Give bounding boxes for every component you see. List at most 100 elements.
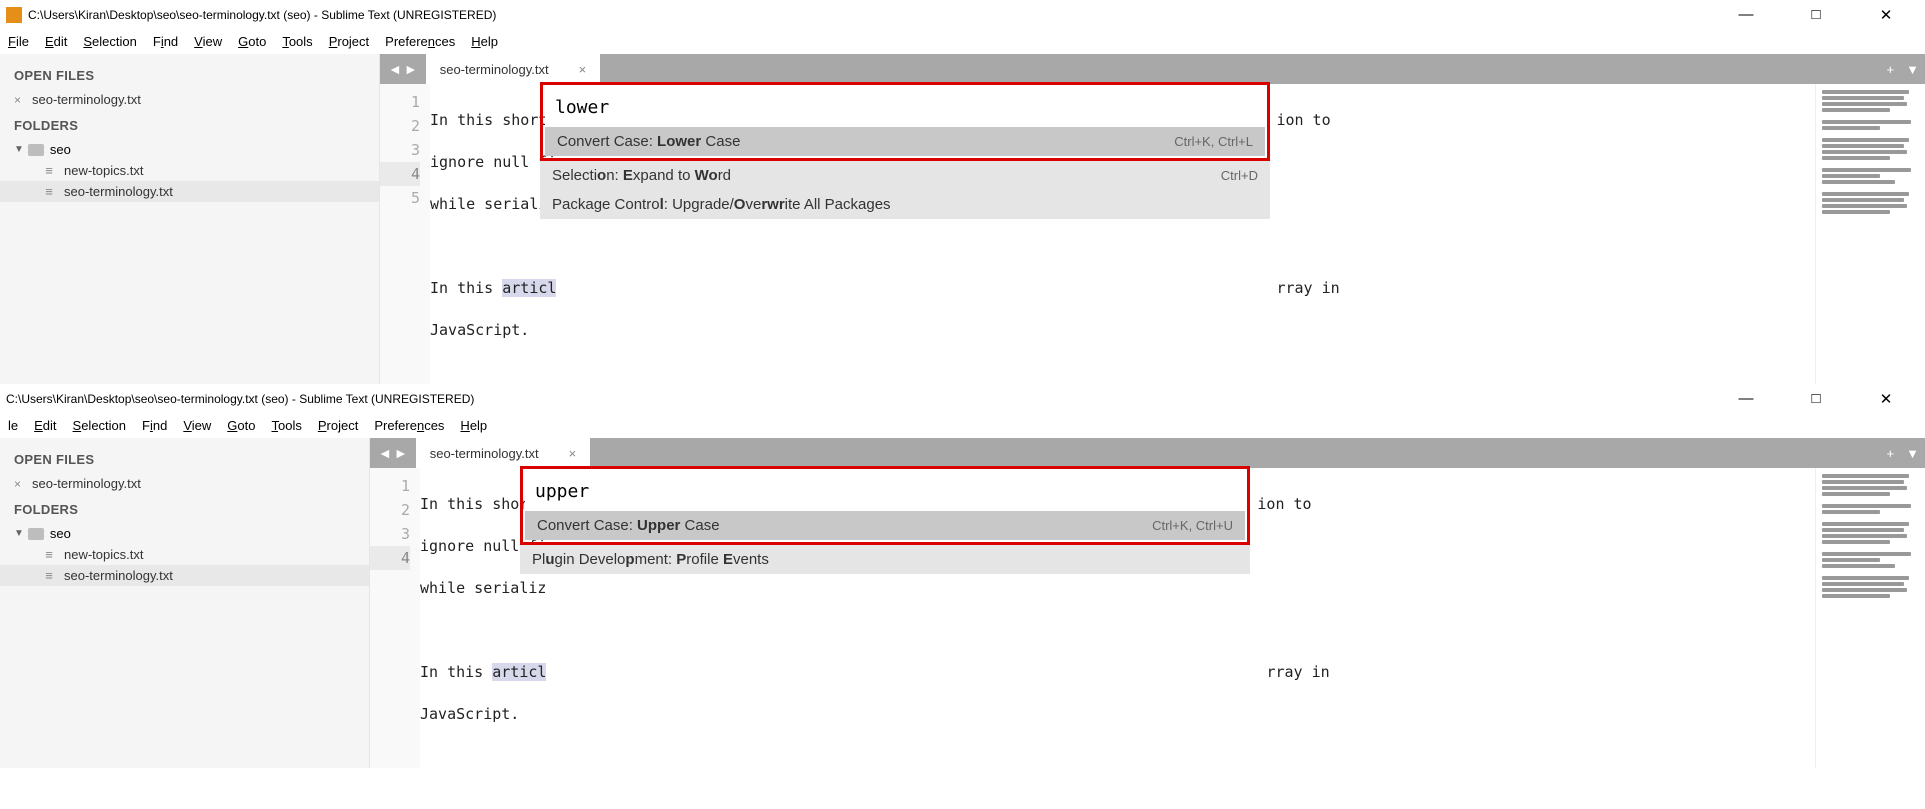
nav-forward-icon[interactable]: ► (394, 445, 408, 461)
palette-result[interactable]: Package Control: Upgrade/Overwrite All P… (540, 190, 1270, 219)
new-tab-button[interactable]: + (1881, 62, 1901, 77)
open-file-item[interactable]: × seo-terminology.txt (0, 473, 369, 494)
menu-selection[interactable]: Selection (73, 418, 126, 433)
menu-find[interactable]: Find (142, 418, 167, 433)
sublime-window-2: C:\Users\Kiran\Desktop\seo\seo-terminolo… (0, 384, 1925, 768)
tab-close-icon[interactable]: × (569, 446, 577, 461)
folder-file-label: seo-terminology.txt (64, 184, 173, 199)
nav-forward-icon[interactable]: ► (404, 61, 418, 77)
nav-back-icon[interactable]: ◄ (378, 445, 392, 461)
menubar: le Edit Selection Find View Goto Tools P… (0, 414, 1925, 438)
menu-goto[interactable]: Goto (227, 418, 255, 433)
gutter: 1 2 3 4 (370, 468, 420, 768)
menu-selection[interactable]: Selection (83, 34, 136, 49)
minimize-button[interactable]: — (1723, 6, 1769, 24)
menu-goto[interactable]: Goto (238, 34, 266, 49)
open-file-label: seo-terminology.txt (32, 476, 141, 491)
titlebar: C:\Users\Kiran\Desktop\seo\seo-terminolo… (0, 384, 1925, 414)
tab-active[interactable]: seo-terminology.txt × (416, 438, 590, 468)
folder-file-item[interactable]: ≡ new-topics.txt (0, 160, 379, 181)
menu-project[interactable]: Project (329, 34, 369, 49)
folder-root[interactable]: ▼ seo (0, 523, 369, 544)
minimap[interactable] (1815, 468, 1925, 768)
open-file-item[interactable]: × seo-terminology.txt (0, 89, 379, 110)
menu-file[interactable]: le (8, 418, 18, 433)
tabbar: ◄ ► seo-terminology.txt × + ▼ (380, 54, 1925, 84)
menu-project[interactable]: Project (318, 418, 358, 433)
tab-label: seo-terminology.txt (430, 446, 539, 461)
chevron-down-icon[interactable]: ▼ (14, 144, 24, 155)
close-button[interactable]: ✕ (1863, 390, 1909, 408)
folder-label: seo (50, 526, 71, 541)
file-icon: ≡ (42, 163, 56, 178)
gutter: 1 2 3 4 5 (380, 84, 430, 384)
window-title: C:\Users\Kiran\Desktop\seo\seo-terminolo… (6, 392, 1723, 406)
sidebar: OPEN FILES × seo-terminology.txt FOLDERS… (0, 54, 380, 384)
folder-icon (28, 144, 44, 156)
tab-close-icon[interactable]: × (579, 62, 587, 77)
maximize-button[interactable]: □ (1793, 6, 1839, 24)
folders-header: FOLDERS (0, 110, 379, 139)
window-controls: — □ ✕ (1723, 6, 1919, 24)
palette-result[interactable]: Convert Case: Lower Case Ctrl+K, Ctrl+L (545, 127, 1265, 156)
menu-tools[interactable]: Tools (282, 34, 312, 49)
tab-dropdown-icon[interactable]: ▼ (1900, 446, 1925, 461)
command-palette: Convert Case: Upper Case Ctrl+K, Ctrl+U … (520, 466, 1250, 574)
maximize-button[interactable]: □ (1793, 390, 1839, 408)
menu-view[interactable]: View (183, 418, 211, 433)
app-icon (6, 7, 22, 23)
menu-preferences[interactable]: Preferences (374, 418, 444, 433)
editor-body[interactable]: 1 2 3 4 In this shortion to ignore null … (370, 468, 1925, 768)
minimap[interactable] (1815, 84, 1925, 384)
window-controls: — □ ✕ (1723, 390, 1919, 408)
file-icon: ≡ (42, 184, 56, 199)
open-files-header: OPEN FILES (0, 444, 369, 473)
menu-tools[interactable]: Tools (271, 418, 301, 433)
folder-icon (28, 528, 44, 540)
menu-edit[interactable]: Edit (34, 418, 56, 433)
sidebar: OPEN FILES × seo-terminology.txt FOLDERS… (0, 438, 370, 768)
file-icon: ≡ (42, 568, 56, 583)
command-palette-input[interactable] (525, 471, 1245, 511)
window-title: C:\Users\Kiran\Desktop\seo\seo-terminolo… (28, 8, 1723, 22)
chevron-down-icon[interactable]: ▼ (14, 528, 24, 539)
menu-file[interactable]: File (8, 34, 29, 49)
folder-file-item[interactable]: ≡ seo-terminology.txt (0, 181, 379, 202)
menu-view[interactable]: View (194, 34, 222, 49)
menu-help[interactable]: Help (460, 418, 487, 433)
close-icon[interactable]: × (14, 477, 24, 491)
folder-label: seo (50, 142, 71, 157)
new-tab-button[interactable]: + (1881, 446, 1901, 461)
palette-result[interactable]: Convert Case: Upper Case Ctrl+K, Ctrl+U (525, 511, 1245, 540)
command-palette-input[interactable] (545, 87, 1265, 127)
menu-preferences[interactable]: Preferences (385, 34, 455, 49)
menu-help[interactable]: Help (471, 34, 498, 49)
folder-file-item[interactable]: ≡ seo-terminology.txt (0, 565, 369, 586)
palette-result[interactable]: Selection: Expand to Word Ctrl+D (540, 161, 1270, 190)
menu-find[interactable]: Find (153, 34, 178, 49)
folder-file-label: new-topics.txt (64, 163, 143, 178)
editor-body[interactable]: 1 2 3 4 5 In this short ion to ignore nu… (380, 84, 1925, 384)
file-icon: ≡ (42, 547, 56, 562)
command-palette: Convert Case: Lower Case Ctrl+K, Ctrl+L … (540, 82, 1270, 219)
folder-root[interactable]: ▼ seo (0, 139, 379, 160)
tab-active[interactable]: seo-terminology.txt × (426, 54, 600, 84)
shortcut-label: Ctrl+D (1221, 168, 1258, 183)
titlebar: C:\Users\Kiran\Desktop\seo\seo-terminolo… (0, 0, 1925, 30)
tabbar: ◄ ► seo-terminology.txt × + ▼ (370, 438, 1925, 468)
open-files-header: OPEN FILES (0, 60, 379, 89)
close-button[interactable]: ✕ (1863, 6, 1909, 24)
tab-dropdown-icon[interactable]: ▼ (1900, 62, 1925, 77)
sublime-window-1: C:\Users\Kiran\Desktop\seo\seo-terminolo… (0, 0, 1925, 384)
nav-back-icon[interactable]: ◄ (388, 61, 402, 77)
minimize-button[interactable]: — (1723, 390, 1769, 408)
editor-area: ◄ ► seo-terminology.txt × + ▼ 1 2 3 4 5 (380, 54, 1925, 384)
menu-edit[interactable]: Edit (45, 34, 67, 49)
folder-file-label: new-topics.txt (64, 547, 143, 562)
palette-result[interactable]: Plugin Development: Profile Events (520, 545, 1250, 574)
open-file-label: seo-terminology.txt (32, 92, 141, 107)
folders-header: FOLDERS (0, 494, 369, 523)
folder-file-label: seo-terminology.txt (64, 568, 173, 583)
close-icon[interactable]: × (14, 93, 24, 107)
folder-file-item[interactable]: ≡ new-topics.txt (0, 544, 369, 565)
